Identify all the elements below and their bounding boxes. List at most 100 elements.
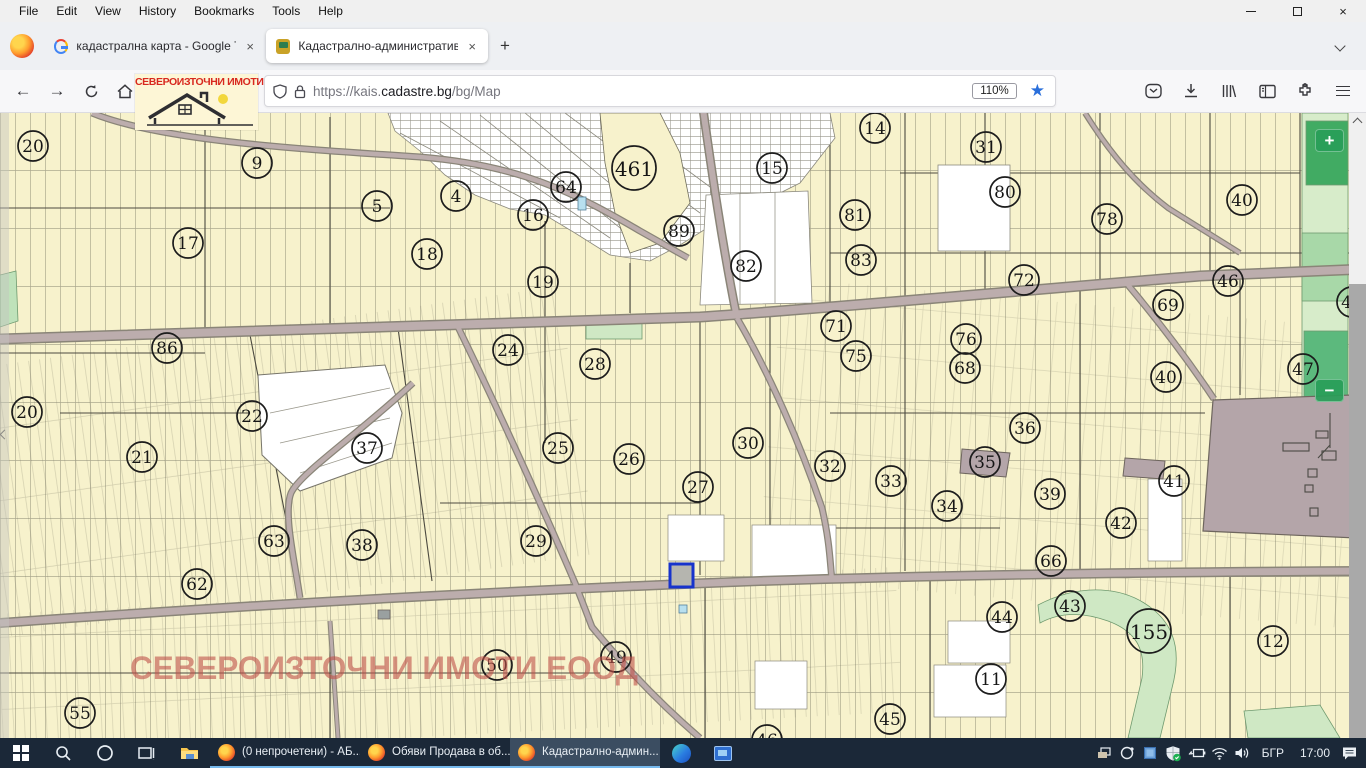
tab-google-search[interactable]: кадастрална карта - Google Тъ × xyxy=(44,29,266,63)
pinned-app-button[interactable] xyxy=(702,738,744,768)
menu-help[interactable]: Help xyxy=(309,1,352,21)
svg-text:81: 81 xyxy=(844,206,866,226)
svg-text:4: 4 xyxy=(451,187,462,207)
map-zoom-in-button[interactable]: + xyxy=(1315,129,1344,152)
downloads-button[interactable] xyxy=(1176,76,1206,106)
tray-volume-button[interactable] xyxy=(1232,738,1253,768)
svg-text:72: 72 xyxy=(1013,271,1035,291)
svg-text:38: 38 xyxy=(351,536,373,556)
taskbar-window-mail[interactable]: (0 непрочетени) - АБ... xyxy=(210,738,360,768)
tab-close-icon[interactable]: × xyxy=(244,39,256,54)
taskbar-window-cadastre[interactable]: Кадастрално-админ... xyxy=(510,738,660,768)
firefox-icon xyxy=(518,744,535,761)
speaker-icon xyxy=(1234,746,1250,760)
clock[interactable]: 17:00 xyxy=(1293,746,1337,760)
maximize-button[interactable] xyxy=(1274,0,1320,22)
menu-edit[interactable]: Edit xyxy=(47,1,86,21)
hamburger-icon xyxy=(1336,86,1350,96)
svg-text:20: 20 xyxy=(22,137,44,157)
tab-cadastre-map[interactable]: Кадастрално-административн × xyxy=(266,29,488,63)
map-zoom-out-button[interactable]: − xyxy=(1315,379,1344,402)
map-canvas[interactable]: 2091754641646189151481838231807840726946… xyxy=(0,113,1366,738)
reload-icon xyxy=(84,84,99,99)
blue-square-icon xyxy=(1143,746,1157,760)
pocket-button[interactable] xyxy=(1138,76,1168,106)
url-bar[interactable]: https://kais.cadastre.bg/bg/Map 110% ★ xyxy=(264,75,1056,107)
svg-text:45: 45 xyxy=(879,710,901,730)
svg-text:41: 41 xyxy=(1163,472,1185,492)
forward-button[interactable]: → xyxy=(42,76,72,106)
action-center-button[interactable] xyxy=(1339,738,1360,768)
close-button[interactable]: × xyxy=(1320,0,1366,22)
vertical-scrollbar[interactable] xyxy=(1349,113,1366,738)
svg-text:63: 63 xyxy=(263,532,285,552)
taskbar-window-listings[interactable]: Обяви Продава в об... xyxy=(360,738,510,768)
tray-windows-button[interactable] xyxy=(1094,738,1115,768)
list-all-tabs-chevron-icon[interactable] xyxy=(1330,35,1352,57)
watermark-text: СЕВЕРОИЗТОЧНИ ИМОТИ ЕООД xyxy=(130,650,638,686)
tray-sync-button[interactable] xyxy=(1117,738,1138,768)
tray-display-button[interactable] xyxy=(1140,738,1161,768)
svg-text:32: 32 xyxy=(819,457,841,477)
scroll-up-arrow-icon[interactable] xyxy=(1353,118,1363,128)
svg-text:83: 83 xyxy=(850,251,872,271)
taskbar-search-button[interactable] xyxy=(42,738,84,768)
svg-text:44: 44 xyxy=(991,608,1013,628)
svg-text:9: 9 xyxy=(252,154,263,174)
svg-text:461: 461 xyxy=(615,157,653,181)
menu-view[interactable]: View xyxy=(86,1,130,21)
url-text: https://kais.cadastre.bg/bg/Map xyxy=(313,84,965,99)
svg-text:22: 22 xyxy=(241,407,263,427)
minimize-icon xyxy=(1246,11,1256,12)
new-tab-button[interactable]: + xyxy=(488,32,522,60)
edge-button[interactable] xyxy=(660,738,702,768)
svg-text:24: 24 xyxy=(497,341,519,361)
svg-text:55: 55 xyxy=(69,704,91,724)
minimize-button[interactable] xyxy=(1228,0,1274,22)
svg-text:75: 75 xyxy=(845,347,867,367)
taskbar-window-label: Кадастрално-админ... xyxy=(542,746,659,758)
svg-text:86: 86 xyxy=(156,339,178,359)
cadastre-map[interactable]: 2091754641646189151481838231807840726946… xyxy=(0,113,1366,738)
back-button[interactable]: ← xyxy=(8,76,38,106)
svg-text:20: 20 xyxy=(16,403,38,423)
svg-text:89: 89 xyxy=(668,222,690,242)
page-zoom-indicator[interactable]: 110% xyxy=(972,83,1017,99)
scrollbar-thumb[interactable] xyxy=(1349,284,1366,738)
start-button[interactable] xyxy=(0,738,42,768)
svg-text:71: 71 xyxy=(825,317,847,337)
svg-text:46: 46 xyxy=(756,731,778,738)
svg-text:82: 82 xyxy=(735,257,757,277)
puzzle-piece-icon xyxy=(1297,83,1313,99)
menu-tools[interactable]: Tools xyxy=(263,1,309,21)
svg-text:29: 29 xyxy=(525,532,547,552)
battery-charging-icon xyxy=(1187,747,1206,759)
taskbar-window-label: (0 непрочетени) - АБ... xyxy=(242,746,360,758)
firefox-logo-icon xyxy=(10,34,34,58)
agency-logo-house-icon xyxy=(135,88,258,130)
reload-button[interactable] xyxy=(76,76,106,106)
home-icon xyxy=(117,84,133,99)
file-explorer-button[interactable] xyxy=(168,738,210,768)
task-view-button[interactable] xyxy=(126,738,168,768)
tab-close-icon[interactable]: × xyxy=(466,39,478,54)
sidebars-button[interactable] xyxy=(1252,76,1282,106)
language-indicator[interactable]: БГР xyxy=(1255,746,1291,760)
library-button[interactable] xyxy=(1214,76,1244,106)
extensions-button[interactable] xyxy=(1290,76,1320,106)
agency-logo-title: СЕВЕРОИЗТОЧНИ ИМОТИ xyxy=(135,74,258,88)
menu-history[interactable]: History xyxy=(130,1,185,21)
menu-file[interactable]: File xyxy=(10,1,47,21)
app-menu-button[interactable] xyxy=(1328,76,1358,106)
selected-parcel[interactable] xyxy=(670,564,693,587)
bookmark-star-icon[interactable]: ★ xyxy=(1030,81,1045,101)
cortana-button[interactable] xyxy=(84,738,126,768)
firefox-icon xyxy=(218,744,235,761)
overlapping-windows-icon xyxy=(1096,746,1112,760)
menu-bookmarks[interactable]: Bookmarks xyxy=(185,1,263,21)
tray-battery-button[interactable] xyxy=(1186,738,1207,768)
svg-text:19: 19 xyxy=(532,273,554,293)
tray-wifi-button[interactable] xyxy=(1209,738,1230,768)
tray-defender-button[interactable] xyxy=(1163,738,1184,768)
svg-text:40: 40 xyxy=(1155,368,1177,388)
